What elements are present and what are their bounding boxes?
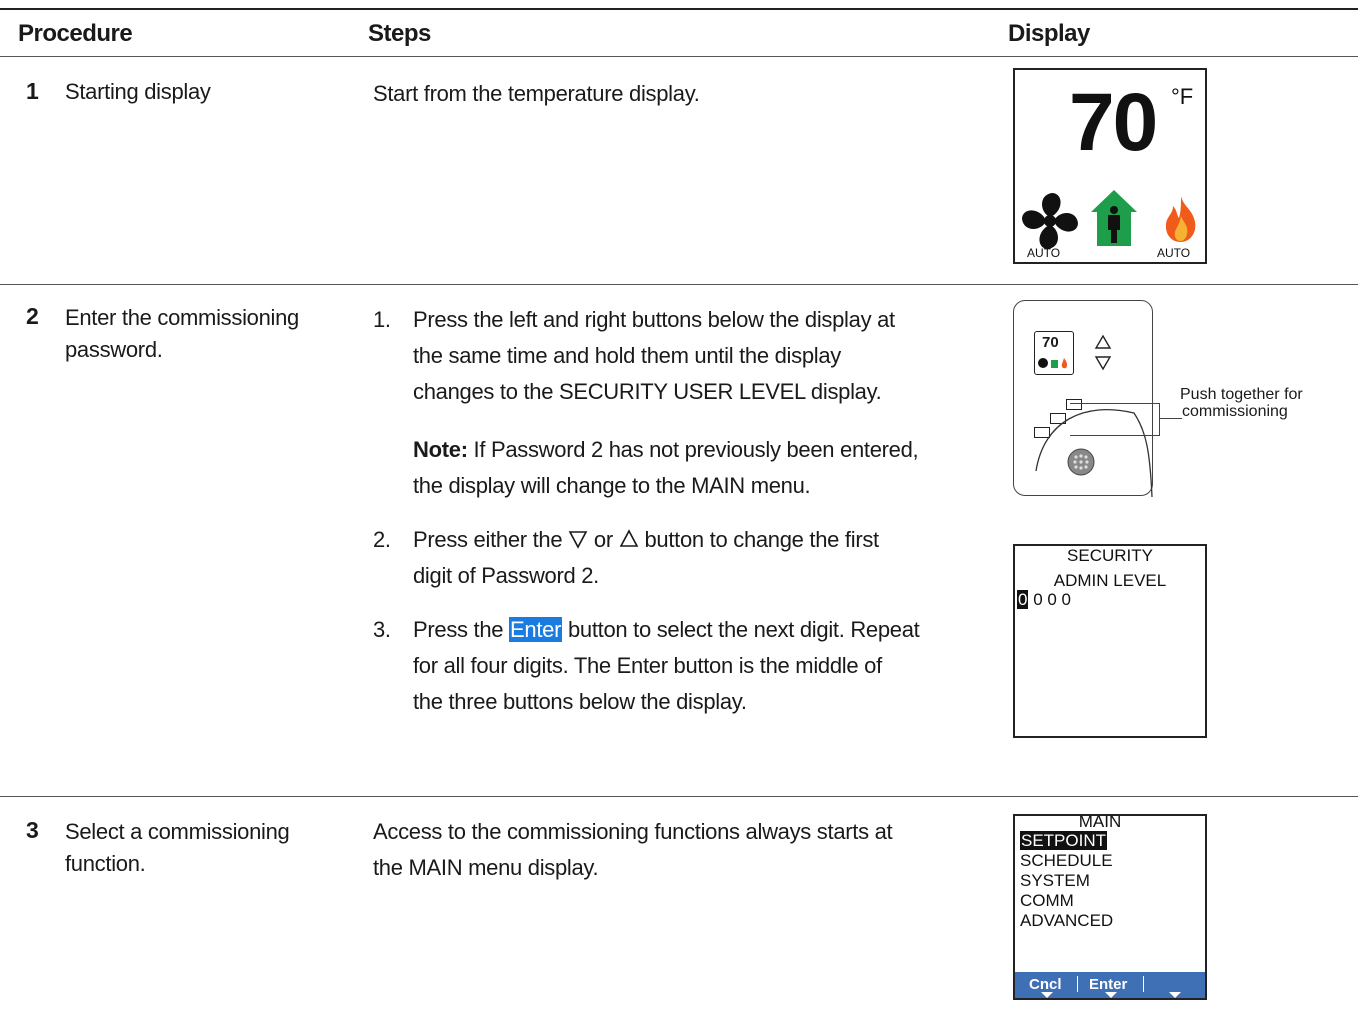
flame-icon xyxy=(1165,196,1196,242)
fan-mode-label: AUTO xyxy=(1027,246,1061,260)
header-steps: Steps xyxy=(368,20,431,47)
step-2-line1: Press either the or button to change the… xyxy=(413,527,879,552)
row-2-number: 2 xyxy=(26,303,39,329)
step-1-line3: changes to the SECURITY USER LEVEL displ… xyxy=(413,379,882,404)
step-1-line2: the same time and hold them until the di… xyxy=(413,343,841,368)
menu-item-comm: COMM xyxy=(1020,891,1074,910)
temperature-display: 70 °F AUTO AUTO xyxy=(1013,68,1207,264)
step-2-number: 2. xyxy=(373,527,391,552)
row-3-steps-line2: the MAIN menu display. xyxy=(373,855,599,880)
occupied-house-icon xyxy=(1091,190,1137,246)
header-rule xyxy=(0,56,1358,57)
row-1-steps: Start from the temperature display. xyxy=(373,81,700,106)
row-1-number: 1 xyxy=(26,78,39,104)
step-2: 2. Press either the or button to change … xyxy=(373,522,1013,596)
heat-mode-label: AUTO xyxy=(1157,246,1191,260)
main-menu-display: MAIN SETPOINT SCHEDULE SYSTEM COMM ADVAN… xyxy=(1013,814,1207,1000)
menu-item-system: SYSTEM xyxy=(1020,871,1090,890)
softkey-divider-1 xyxy=(1077,976,1078,992)
callout-text: Push together for commissioning xyxy=(1180,386,1303,420)
note: Note: If Password 2 has not previously b… xyxy=(373,432,1013,506)
menu-item-advanced: ADVANCED xyxy=(1020,911,1114,930)
row-2-rule xyxy=(0,796,1358,797)
security-line2: ADMIN LEVEL xyxy=(1053,571,1167,590)
callout-leader xyxy=(1160,418,1182,419)
password-digits-rest: 0 0 0 xyxy=(1033,590,1072,609)
thermostat-sensor-grille xyxy=(1067,448,1095,476)
menu-item-setpoint: SETPOINT xyxy=(1020,831,1108,850)
thermostat-device: 70 xyxy=(1013,300,1153,497)
step-1: 1. Press the left and right buttons belo… xyxy=(373,302,1013,412)
step-3: 3. Press the Enter button to select the … xyxy=(373,612,1013,722)
row-3-procedure-line1: Select a commissioning xyxy=(65,819,290,844)
header-display: Display xyxy=(1008,20,1090,47)
row-1-rule xyxy=(0,284,1358,285)
row-3-procedure-line2: function. xyxy=(65,851,146,876)
row-2-procedure-line2: password. xyxy=(65,337,163,362)
menu-item-schedule: SCHEDULE xyxy=(1020,851,1113,870)
security-display: SECURITY ADMIN LEVEL 0 0 0 0 xyxy=(1013,544,1207,738)
step-3-line1: Press the Enter button to select the nex… xyxy=(413,617,920,642)
note-line2: the display will change to the MAIN menu… xyxy=(413,473,811,498)
note-line1: Note: If Password 2 has not previously b… xyxy=(413,437,919,462)
up-triangle-icon xyxy=(619,529,639,547)
security-line1: SECURITY xyxy=(1067,546,1153,565)
main-menu-items: SETPOINT SCHEDULE SYSTEM COMM ADVANCED xyxy=(1020,831,1113,931)
password-digit-selected: 0 xyxy=(1017,590,1029,609)
step-2-line2: digit of Password 2. xyxy=(413,563,599,588)
callout-bracket xyxy=(1070,403,1160,436)
main-menu-title: MAIN xyxy=(1078,814,1122,831)
enter-highlight: Enter xyxy=(509,617,563,642)
softkey-enter: Enter xyxy=(1089,976,1128,993)
row-3-number: 3 xyxy=(26,817,39,843)
fan-icon xyxy=(1022,193,1078,249)
down-triangle-icon xyxy=(568,531,588,549)
password-digits: 0 0 0 0 xyxy=(1017,590,1071,610)
temperature-value: 70 xyxy=(1069,77,1158,168)
step-1-line1: Press the left and right buttons below t… xyxy=(413,307,895,332)
softkey-divider-2 xyxy=(1143,976,1144,992)
softkey-notches xyxy=(1041,992,1181,998)
step-3-line2: for all four digits. The Enter button is… xyxy=(413,653,882,678)
header-procedure: Procedure xyxy=(18,20,133,47)
row-3-steps-line1: Access to the commissioning functions al… xyxy=(373,819,893,844)
softkey-bar: Cncl Enter xyxy=(1015,972,1205,998)
temperature-unit: °F xyxy=(1171,84,1194,109)
note-label: Note: xyxy=(413,437,468,462)
row-2-procedure-line1: Enter the commissioning xyxy=(65,305,299,330)
table-top-rule xyxy=(0,8,1358,10)
step-3-number: 3. xyxy=(373,617,391,642)
step-3-line3: the three buttons below the display. xyxy=(413,689,747,714)
step-1-number: 1. xyxy=(373,307,391,332)
row-1-procedure: Starting display xyxy=(65,79,211,104)
softkey-cancel: Cncl xyxy=(1029,976,1062,993)
